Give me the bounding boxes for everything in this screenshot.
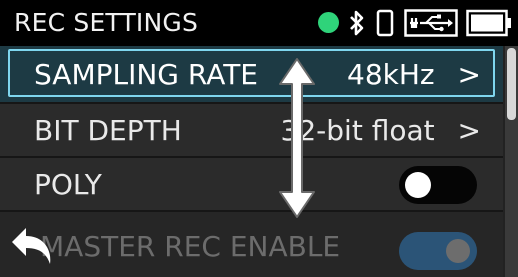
page-title: REC SETTINGS [14,8,199,37]
setting-value: 48kHz > [347,58,481,91]
rec-settings-screen: REC SETTINGS SAMPLING RATE 48kHz > BIT D… [0,0,518,277]
setting-label: MASTER REC ENABLE [40,230,341,263]
usb-power-icon [404,9,458,37]
master-rec-enable-toggle[interactable] [399,232,477,270]
vertical-scroll-arrow-icon [279,58,315,218]
setting-value-text: 48kHz [347,58,435,91]
status-indicator [318,12,339,33]
chevron-right-icon: > [457,58,481,91]
setting-label: SAMPLING RATE [34,58,258,91]
header-bar: REC SETTINGS [0,0,518,46]
setting-row-master-rec-enable[interactable]: MASTER REC ENABLE [0,212,503,277]
setting-row-bit-depth[interactable]: BIT DEPTH 32-bit float > [0,104,503,158]
back-arrow-icon[interactable] [8,222,66,270]
setting-row-sampling-rate[interactable]: SAMPLING RATE 48kHz > [0,46,503,104]
battery-icon [466,9,511,37]
phone-icon [376,9,394,37]
poly-toggle[interactable] [399,166,477,204]
toggle-knob [405,172,431,198]
bluetooth-icon [350,10,364,36]
setting-label: BIT DEPTH [34,114,182,147]
scrollbar-thumb[interactable] [507,48,516,120]
toggle-knob [446,239,470,263]
chevron-right-icon: > [457,114,481,147]
setting-label: POLY [34,168,102,201]
setting-row-poly[interactable]: POLY [0,158,503,212]
